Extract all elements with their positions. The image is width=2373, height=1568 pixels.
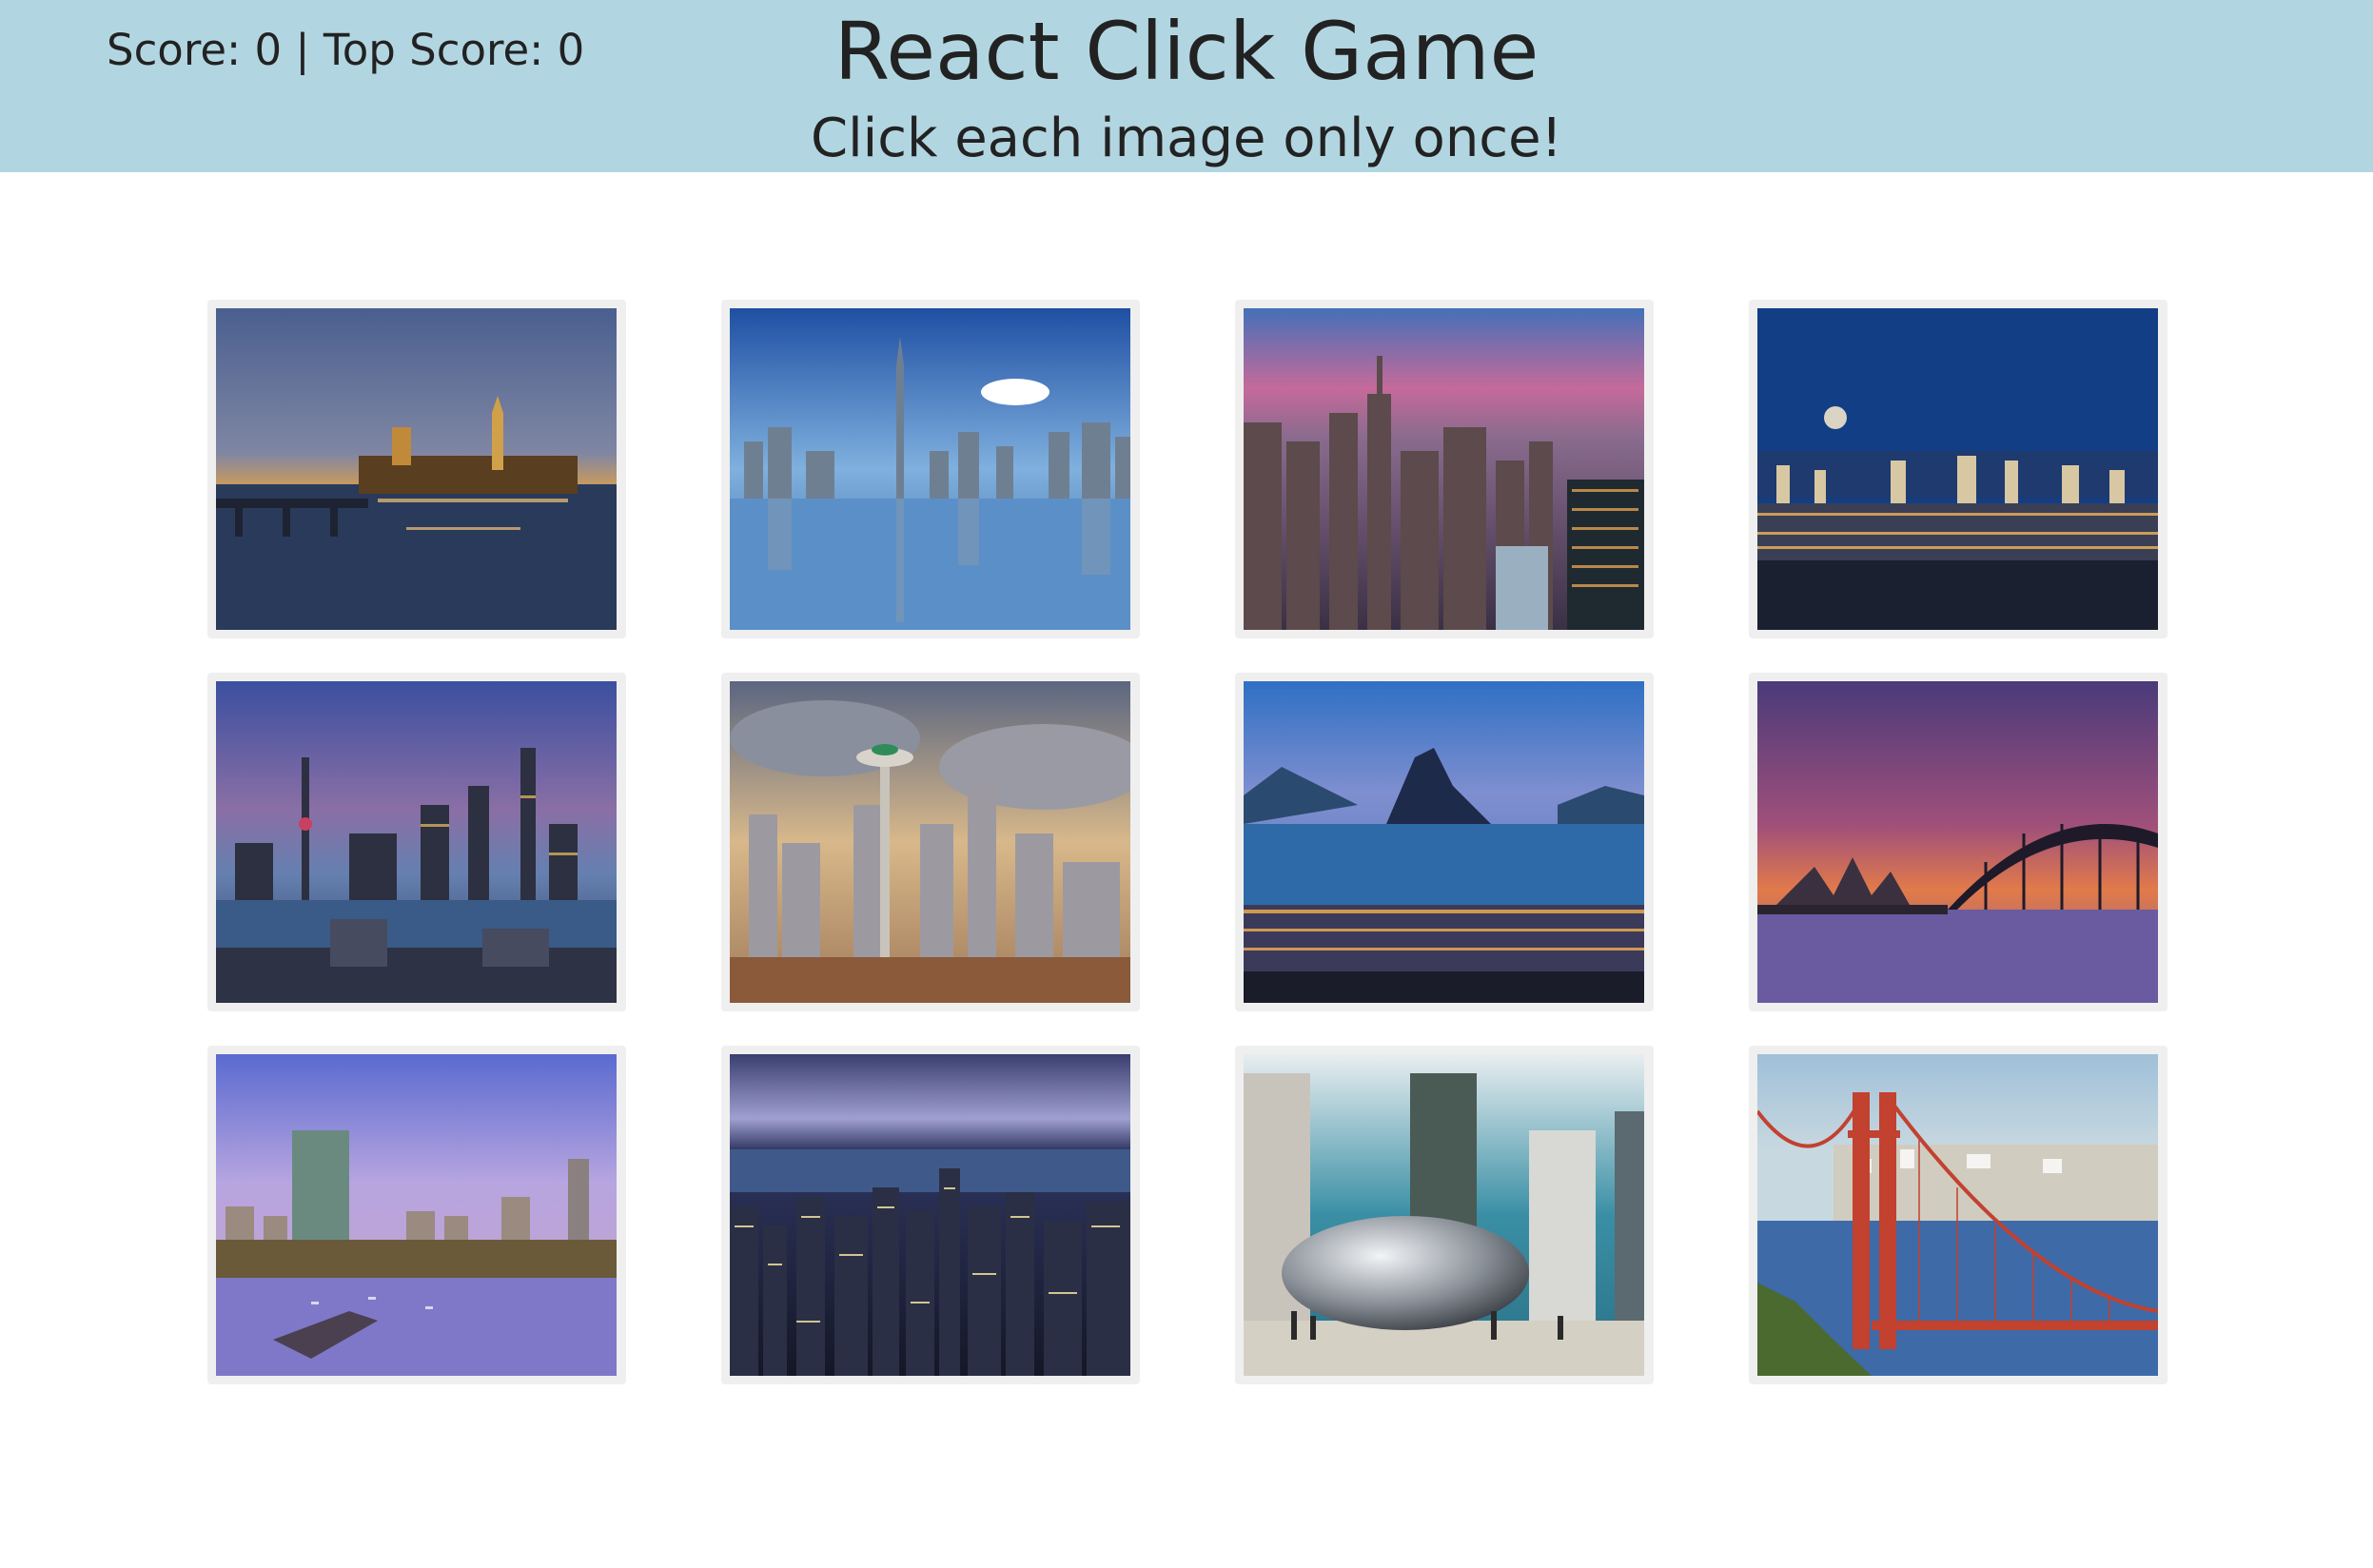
image-card-dubai[interactable] bbox=[721, 300, 1140, 638]
image-card-boston[interactable] bbox=[207, 1046, 626, 1384]
image-card-seattle[interactable] bbox=[721, 673, 1140, 1011]
san-francisco-image bbox=[1757, 1054, 2158, 1376]
image-card-london[interactable] bbox=[207, 300, 626, 638]
image-card-rio[interactable] bbox=[1235, 673, 1654, 1011]
image-card-sydney[interactable] bbox=[1749, 673, 2167, 1011]
boston-image bbox=[216, 1054, 617, 1376]
new-york-image bbox=[1244, 308, 1644, 630]
sydney-image bbox=[1757, 681, 2158, 1003]
page-title: React Click Game bbox=[833, 5, 1540, 98]
instructions-text: Click each image only once! bbox=[810, 108, 1562, 169]
image-card-las-vegas[interactable] bbox=[1749, 300, 2167, 638]
dubai-image bbox=[730, 308, 1130, 630]
chicago-image bbox=[1244, 1054, 1644, 1376]
las-vegas-image bbox=[1757, 308, 2158, 630]
image-card-new-york[interactable] bbox=[1235, 300, 1654, 638]
image-card-chicago[interactable] bbox=[1235, 1046, 1654, 1384]
image-card-shanghai[interactable] bbox=[207, 673, 626, 1011]
hong-kong-image bbox=[730, 1054, 1130, 1376]
image-card-san-francisco[interactable] bbox=[1749, 1046, 2167, 1384]
seattle-image bbox=[730, 681, 1130, 1003]
shanghai-image bbox=[216, 681, 617, 1003]
navbar: Score: 0 | Top Score: 0 React Click Game… bbox=[0, 0, 2373, 172]
rio-image bbox=[1244, 681, 1644, 1003]
london-image bbox=[216, 308, 617, 630]
image-card-hong-kong[interactable] bbox=[721, 1046, 1140, 1384]
